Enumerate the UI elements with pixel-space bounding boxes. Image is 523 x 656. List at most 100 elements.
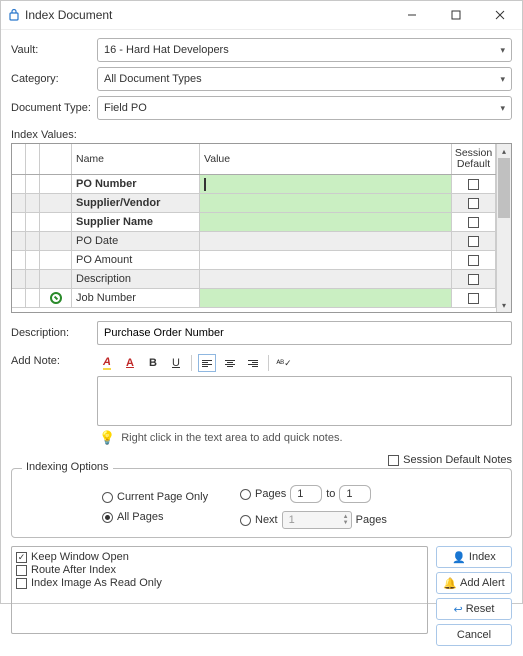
add-note-label: Add Note: [11,353,97,446]
description-label: Description: [11,327,97,339]
radio-icon [240,515,251,526]
row-name: Job Number [72,289,200,308]
window-title: Index Document [25,8,112,22]
checkbox-icon [468,274,479,285]
indexing-options-group: Indexing Options Current Page Only All P… [11,468,512,538]
table-row[interactable]: Job Number [12,289,496,308]
vault-combo[interactable]: 16 - Hard Hat Developers ▾ [97,38,512,62]
next-pages-spinner[interactable]: 1 ▲▼ [282,511,352,529]
row-value-cell[interactable] [200,270,452,289]
table-row[interactable]: PO Date [12,232,496,251]
scroll-down-icon[interactable]: ▾ [497,298,511,312]
document-type-combo[interactable]: Field PO ▾ [97,96,512,120]
cancel-button[interactable]: Cancel [436,624,512,646]
index-image-read-only-check[interactable]: Index Image As Read Only [16,577,423,589]
note-toolbar: A A B U ᴬᴮ✓ [97,353,512,373]
table-row[interactable]: PO Amount [12,251,496,270]
grid-header-name[interactable]: Name [72,144,200,174]
radio-icon [240,489,251,500]
current-page-only-radio[interactable]: Current Page Only [102,491,232,503]
checkbox-icon [16,578,27,589]
checkbox-icon [468,198,479,209]
page-from-input[interactable]: 1 [290,485,322,503]
next-pages-radio[interactable]: Next [240,514,278,526]
toolbar-separator [191,355,192,371]
options-check-panel: Keep Window Open Route After Index Index… [11,546,428,634]
index-button[interactable]: 👤 Index [436,546,512,568]
checkbox-icon [468,293,479,304]
lightbulb-icon: 💡 [99,430,115,446]
keep-window-open-check[interactable]: Keep Window Open [16,551,423,563]
session-default-notes-check[interactable]: Session Default Notes [388,454,512,466]
maximize-button[interactable] [434,1,478,29]
pages-range-radio[interactable]: Pages [240,488,286,500]
session-default-check[interactable] [452,289,496,308]
table-row[interactable]: Supplier/Vendor [12,194,496,213]
note-hint: Right click in the text area to add quic… [121,432,342,444]
document-type-label: Document Type: [11,102,97,114]
page-to-input[interactable]: 1 [339,485,371,503]
document-type-combo-value: Field PO [104,102,147,114]
align-left-icon[interactable] [197,353,217,373]
chevron-down-icon: ▾ [500,45,505,56]
row-name: Description [72,270,200,289]
category-combo[interactable]: All Document Types ▾ [97,67,512,91]
close-button[interactable] [478,1,522,29]
category-label: Category: [11,73,97,85]
grid-header-session-default[interactable]: Session Default [452,144,496,174]
add-alert-button[interactable]: 🔔 Add Alert [436,572,512,594]
row-name: Supplier/Vendor [72,194,200,213]
radio-icon [102,492,113,503]
table-row[interactable]: Description [12,270,496,289]
align-center-icon[interactable] [220,353,240,373]
checkbox-icon [468,255,479,266]
all-pages-radio[interactable]: All Pages [102,511,232,523]
session-default-check[interactable] [452,251,496,270]
session-default-check[interactable] [452,213,496,232]
spellcheck-icon[interactable]: ᴬᴮ✓ [274,353,294,373]
row-name: Supplier Name [72,213,200,232]
table-row[interactable]: PO Number [12,175,496,194]
row-value-cell[interactable] [200,194,452,213]
reset-button[interactable]: ↩ Reset [436,598,512,620]
chevron-down-icon: ▾ [500,74,505,85]
checkbox-icon [468,179,479,190]
app-icon [7,8,21,22]
person-icon: 👤 [452,551,466,564]
session-default-check[interactable] [452,194,496,213]
row-value-cell[interactable] [200,251,452,270]
checkbox-icon [16,552,27,563]
note-textarea[interactable] [97,376,512,426]
description-input[interactable] [97,321,512,345]
session-default-check[interactable] [452,232,496,251]
session-default-check[interactable] [452,270,496,289]
bold-icon[interactable]: B [143,353,163,373]
index-values-label: Index Values: [11,129,512,141]
route-after-index-check[interactable]: Route After Index [16,564,423,576]
category-combo-value: All Document Types [104,73,202,85]
session-default-check[interactable] [452,175,496,194]
row-value-cell[interactable] [200,289,452,308]
highlight-icon[interactable]: A [97,353,117,373]
checkbox-icon [16,565,27,576]
scroll-thumb[interactable] [498,158,510,218]
row-name: PO Number [72,175,200,194]
row-value-cell[interactable] [200,175,452,194]
row-value-cell[interactable] [200,232,452,251]
scroll-up-icon[interactable]: ▴ [497,144,511,158]
grid-header-value[interactable]: Value [200,144,452,174]
vault-label: Vault: [11,44,97,56]
title-bar: Index Document [1,1,522,30]
row-value-cell[interactable] [200,213,452,232]
radio-icon [102,512,113,523]
underline-icon[interactable]: U [166,353,186,373]
text-caret [204,178,206,191]
table-row[interactable]: Supplier Name [12,213,496,232]
undo-icon: ↩ [454,603,463,616]
font-color-icon[interactable]: A [120,353,140,373]
bell-icon: 🔔 [443,577,457,590]
grid-scrollbar[interactable]: ▴ ▾ [496,144,511,312]
align-right-icon[interactable] [243,353,263,373]
toolbar-separator [268,355,269,371]
minimize-button[interactable] [390,1,434,29]
